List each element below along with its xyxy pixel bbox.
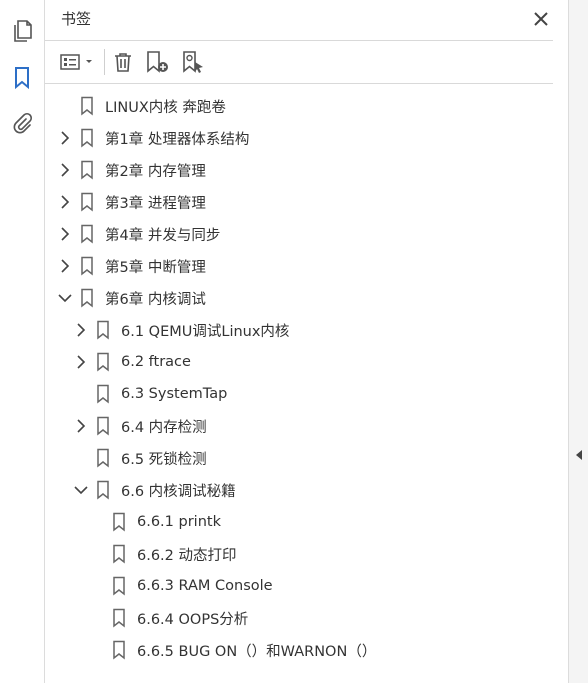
panel-title: 书签 [61,10,92,28]
options-list-icon [60,54,92,70]
bookmark-item[interactable]: 6.2 ftrace [73,346,191,378]
bookmark-icon [79,90,95,122]
bookmark-icon [111,634,127,666]
bookmark-item[interactable]: 第3章 进程管理 [57,186,206,218]
chevron-right-icon[interactable] [57,154,73,186]
panel-header: 书签 [45,0,553,41]
bookmark-icon [79,218,95,250]
navigation-rail [0,0,45,683]
bookmark-item[interactable]: 6.1 QEMU调试Linux内核 [73,314,289,346]
collapse-panel-icon[interactable] [573,448,585,462]
bookmark-label: 6.1 QEMU调试Linux内核 [121,323,290,340]
bookmark-label: 6.3 SystemTap [121,386,228,402]
bookmark-item[interactable]: 第2章 内存管理 [57,154,206,186]
bookmark-icon [111,538,127,570]
bookmarks-icon[interactable] [8,64,36,92]
delete-bookmark-button[interactable] [111,49,135,75]
bookmark-item[interactable]: 第4章 并发与同步 [57,218,220,250]
bookmark-icon [95,346,111,378]
new-bookmark-from-structure-button[interactable] [181,49,207,75]
chevron-right-icon[interactable] [57,250,73,282]
bookmark-item[interactable]: 6.6.5 BUG ON（）和WARNON（） [89,634,376,666]
chevron-right-icon[interactable] [73,410,89,442]
bookmark-icon [111,570,127,602]
chevron-right-icon[interactable] [57,122,73,154]
bookmark-label: 6.5 死锁检测 [121,451,207,468]
bookmark-label: 6.6.3 RAM Console [137,578,273,594]
bookmark-item[interactable]: 第6章 内核调试 [57,282,206,314]
bookmark-icon [95,410,111,442]
bookmark-label: 6.4 内存检测 [121,419,207,436]
bookmark-label: 第1章 处理器体系结构 [105,131,250,148]
bookmarks-toolbar [45,41,553,84]
chevron-right-icon[interactable] [57,186,73,218]
panel-splitter[interactable] [568,0,588,683]
new-bookmark-button[interactable] [145,49,171,75]
chevron-right-icon[interactable] [73,346,89,378]
bookmark-item[interactable]: 6.3 SystemTap [73,378,227,410]
bookmark-label: 第6章 内核调试 [105,291,206,308]
bookmark-item[interactable]: 6.6.3 RAM Console [89,570,273,602]
bookmark-item[interactable]: 6.6.4 OOPS分析 [89,602,248,634]
bookmark-icon [111,506,127,538]
bookmark-item[interactable]: 第1章 处理器体系结构 [57,122,249,154]
bookmark-icon [79,122,95,154]
bookmark-label: 第4章 并发与同步 [105,227,221,244]
bookmark-label: 第5章 中断管理 [105,259,206,276]
bookmark-item[interactable]: 6.4 内存检测 [73,410,207,442]
bookmark-label: 6.6.1 printk [137,514,221,530]
bookmark-icon [79,250,95,282]
bookmark-structure-icon [183,51,203,73]
chevron-right-icon[interactable] [57,218,73,250]
bookmarks-panel: 书签 LINUX内核 奔跑卷第1章 处理器体系结构 第2章 内存管理 第3章 进程管… [45,0,568,683]
attachments-icon[interactable] [8,110,36,138]
bookmark-icon [79,186,95,218]
bookmark-item[interactable]: 6.6.2 动态打印 [89,538,237,570]
toolbar-separator [104,49,105,75]
close-icon [534,12,548,26]
new-bookmark-icon [147,51,168,73]
chevron-down-icon[interactable] [73,474,89,506]
bookmark-icon [79,154,95,186]
bookmark-icon [111,602,127,634]
bookmark-item[interactable]: 6.6 内核调试秘籍 [73,474,236,506]
bookmark-label: 6.6.4 OOPS分析 [137,611,249,628]
bookmark-icon [95,442,111,474]
page-thumbnails-icon[interactable] [8,18,36,46]
bookmark-item[interactable]: LINUX内核 奔跑卷 [57,90,226,122]
trash-icon [115,53,131,72]
bookmark-label: 第2章 内存管理 [105,163,206,180]
bookmark-item[interactable]: 第5章 中断管理 [57,250,206,282]
bookmark-icon [95,474,111,506]
bookmark-label: 6.6 内核调试秘籍 [121,483,236,500]
bookmark-label: 6.2 ftrace [121,354,191,370]
bookmark-item[interactable]: 6.6.1 printk [89,506,221,538]
chevron-down-icon[interactable] [57,282,73,314]
close-button[interactable] [529,8,553,30]
options-menu-button[interactable] [59,49,97,75]
bookmark-label: 第3章 进程管理 [105,195,206,212]
bookmark-label: LINUX内核 奔跑卷 [105,99,226,116]
bookmark-icon [95,314,111,346]
chevron-right-icon[interactable] [73,314,89,346]
bookmark-item[interactable]: 6.5 死锁检测 [73,442,207,474]
bookmark-icon [95,378,111,410]
bookmark-label: 6.6.2 动态打印 [137,547,237,564]
bookmark-icon [79,282,95,314]
bookmark-label: 6.6.5 BUG ON（）和WARNON（） [137,643,377,660]
